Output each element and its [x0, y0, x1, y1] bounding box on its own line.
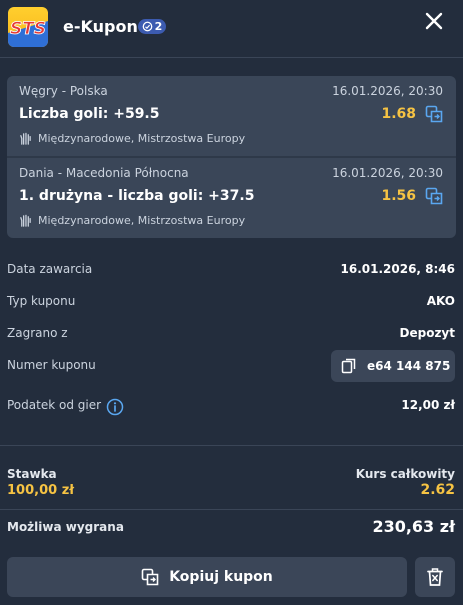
selection-market: Liczba goli: +59.5 — [19, 106, 160, 122]
header: STS e-Kupon 2 — [0, 0, 463, 58]
logo-text: STS — [10, 19, 46, 39]
type-label: Typ kuponu — [7, 294, 76, 308]
badge-count: 2 — [154, 20, 163, 33]
date-label: Data zawarcia — [7, 262, 93, 276]
selection-item[interactable]: Węgry - Polska 16.01.2026, 20:30 Liczba … — [7, 76, 456, 156]
type-value: AKO — [426, 294, 455, 308]
selection-event: Węgry - Polska — [19, 84, 108, 98]
played-label: Zagrano z — [7, 326, 68, 340]
possible-win-label: Możliwa wygrana — [7, 520, 124, 534]
sts-logo: STS — [8, 7, 48, 47]
copy-coupon-button[interactable]: Kopiuj kupon — [7, 557, 407, 597]
selection-league: Międzynarodowe, Mistrzostwa Europy — [19, 214, 245, 227]
selection-league: Międzynarodowe, Mistrzostwa Europy — [19, 132, 245, 145]
swap-button[interactable] — [425, 187, 443, 205]
possible-win-value: 230,63 zł — [372, 517, 455, 536]
total-odds-value: 2.62 — [420, 482, 455, 498]
selection-odds: 1.56 — [381, 188, 416, 204]
stake-label: Stawka — [7, 467, 57, 481]
tax-value: 12,00 zł — [401, 398, 455, 412]
trash-icon — [427, 568, 443, 586]
handball-icon — [20, 132, 31, 145]
tax-label: Podatek od gier — [7, 398, 102, 412]
copy-icon — [341, 358, 356, 374]
total-odds-label: Kurs całkowity — [355, 467, 455, 481]
swap-icon — [425, 187, 443, 205]
selections-list: Węgry - Polska 16.01.2026, 20:30 Liczba … — [7, 76, 456, 238]
date-value: 16.01.2026, 8:46 — [340, 262, 456, 276]
selection-event: Dania - Macedonia Północna — [19, 166, 189, 180]
delete-coupon-button[interactable] — [415, 557, 455, 597]
swap-button[interactable] — [425, 105, 443, 123]
copy-coupon-icon — [141, 568, 159, 586]
info-icon — [106, 398, 124, 416]
handball-icon — [20, 214, 31, 227]
page-title: e-Kupon — [63, 17, 138, 36]
tax-info-button[interactable] — [106, 398, 124, 416]
stake-value: 100,00 zł — [7, 483, 75, 498]
selection-count-badge: 2 — [138, 19, 166, 34]
played-value: Depozyt — [399, 326, 455, 340]
selection-item[interactable]: Dania - Macedonia Północna 16.01.2026, 2… — [7, 158, 456, 238]
close-icon — [425, 12, 443, 30]
copy-coupon-label: Kopiuj kupon — [169, 569, 273, 585]
selection-market: 1. drużyna - liczba goli: +37.5 — [19, 188, 255, 204]
coupon-icon — [142, 21, 153, 32]
selection-odds: 1.68 — [381, 106, 416, 122]
selection-date: 16.01.2026, 20:30 — [332, 166, 443, 180]
summary-divider — [0, 509, 463, 510]
coupon-number-value: e64 144 875 — [367, 359, 451, 373]
section-divider — [0, 445, 463, 446]
league-label: Międzynarodowe, Mistrzostwa Europy — [38, 132, 246, 145]
close-button[interactable] — [423, 10, 445, 32]
swap-icon — [425, 105, 443, 123]
coupon-number-label: Numer kuponu — [7, 358, 96, 372]
copy-coupon-number-button[interactable]: e64 144 875 — [331, 350, 455, 382]
selection-date: 16.01.2026, 20:30 — [332, 84, 443, 98]
league-label: Międzynarodowe, Mistrzostwa Europy — [38, 214, 246, 227]
